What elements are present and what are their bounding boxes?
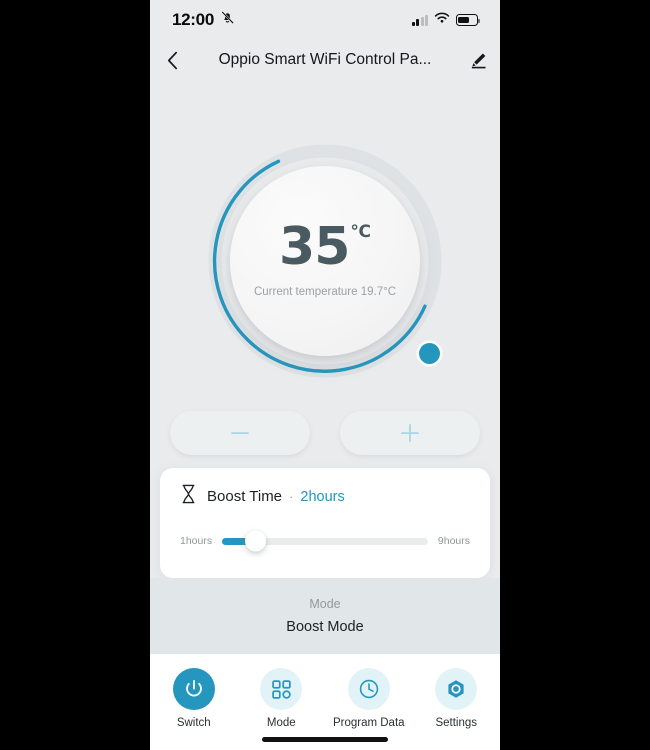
wifi-icon <box>434 11 450 29</box>
mode-icon-circle <box>260 668 303 710</box>
target-temperature-value: 35 <box>279 216 350 277</box>
nav-item-switch[interactable]: Switch <box>156 668 232 729</box>
status-time: 12:00 <box>172 10 214 29</box>
slider-min-label: 1hours <box>180 535 213 547</box>
slider-thumb[interactable] <box>244 530 266 552</box>
status-bar: 12:00 <box>150 0 500 40</box>
cellular-signal-icon <box>412 14 428 26</box>
boost-time-value[interactable]: 2hours <box>300 489 344 505</box>
bell-muted-icon <box>220 10 235 30</box>
current-temperature-label: Current temperature 19.7°C <box>253 285 397 298</box>
plus-icon <box>401 424 419 442</box>
mode-label: Mode <box>309 597 341 611</box>
target-temperature: 35 ℃ <box>279 221 371 273</box>
status-bar-left: 12:00 <box>172 10 235 30</box>
back-button[interactable] <box>150 40 194 80</box>
nav-item-program-data[interactable]: Program Data <box>331 668 407 729</box>
edit-button[interactable] <box>456 40 500 80</box>
boost-time-slider[interactable] <box>222 530 428 552</box>
boost-time-title: Boost Time <box>207 488 283 505</box>
app-header: Oppio Smart WiFi Control Pa... <box>150 40 500 80</box>
slider-max-label: 9hours <box>437 535 470 547</box>
temperature-stepper <box>150 411 500 457</box>
program-data-icon-circle <box>347 668 390 710</box>
minus-icon <box>231 432 249 434</box>
boost-time-card: Boost Time · 2hours 1hours 9hours <box>160 468 490 578</box>
decrease-temperature-button[interactable] <box>170 411 310 455</box>
pencil-edit-icon <box>471 52 486 68</box>
hexagon-gear-icon <box>448 680 464 698</box>
status-bar-right <box>412 11 481 29</box>
page-title: Oppio Smart WiFi Control Pa... <box>218 51 432 68</box>
battery-icon <box>456 14 481 26</box>
temperature-unit: ℃ <box>350 221 371 241</box>
settings-icon-circle <box>435 668 478 710</box>
nav-label-mode: Mode <box>266 717 296 729</box>
home-indicator <box>262 737 388 742</box>
grid-squares-icon <box>271 679 291 699</box>
switch-icon-circle <box>172 668 215 710</box>
nav-label-settings: Settings <box>435 717 478 729</box>
boost-time-header: Boost Time · 2hours <box>180 484 470 509</box>
power-icon <box>185 680 202 697</box>
phone-screen: 12:00 Oppio Smart WiFi Control Pa... 35 … <box>150 0 500 750</box>
clock-icon <box>359 679 378 699</box>
nav-item-settings[interactable]: Settings <box>418 668 494 729</box>
mode-section: Mode Boost Mode <box>150 578 500 654</box>
boost-time-separator: · <box>289 489 294 504</box>
bottom-navigation: Switch Mode Program Data Settings <box>150 654 500 750</box>
increase-temperature-button[interactable] <box>340 411 480 455</box>
nav-label-switch: Switch <box>176 717 211 729</box>
temperature-dial[interactable]: 35 ℃ Current temperature 19.7°C <box>150 128 500 390</box>
nav-item-mode[interactable]: Mode <box>243 668 319 729</box>
nav-label-program-data: Program Data <box>332 717 405 729</box>
boost-time-slider-row: 1hours 9hours <box>180 530 470 552</box>
dial-face: 35 ℃ Current temperature 19.7°C <box>230 166 420 356</box>
hourglass-icon <box>180 484 197 509</box>
chevron-left-icon <box>167 51 177 69</box>
mode-value[interactable]: Boost Mode <box>286 619 363 635</box>
